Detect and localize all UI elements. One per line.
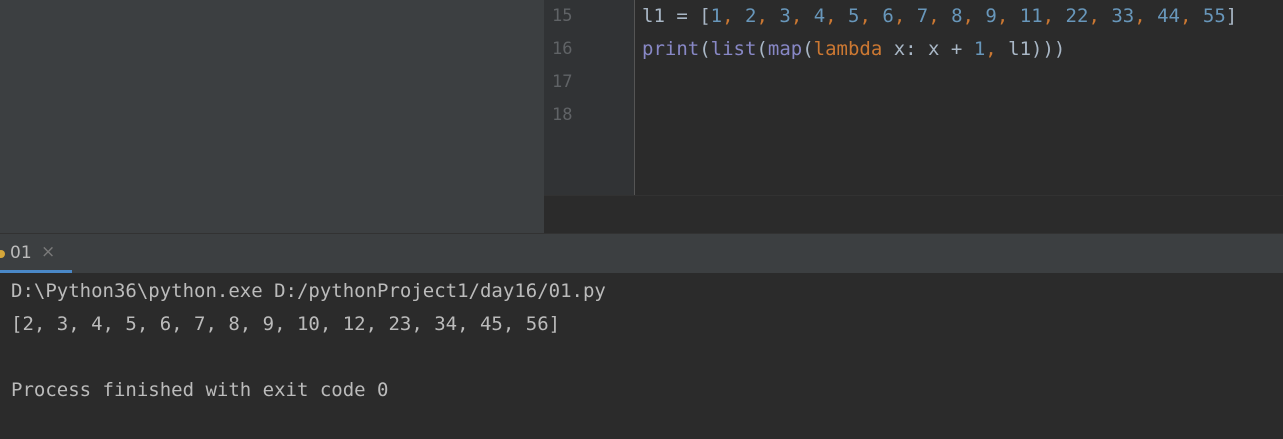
- line-number: 16: [552, 39, 573, 59]
- bracket-token: [: [699, 5, 711, 27]
- paren-token: (: [756, 38, 768, 60]
- ide-window: 15 16 17 18 l1 = [1, 2, 3, 4, 5, 6, 7, 8…: [0, 0, 1283, 439]
- bracket-token: ]: [1225, 5, 1238, 27]
- run-tool-window-header: 01 ×: [0, 233, 1283, 273]
- run-tab-01[interactable]: 01 ×: [0, 234, 72, 273]
- number-token: 33: [1111, 5, 1135, 27]
- run-tab-label: 01: [10, 243, 32, 263]
- comma-token: ,: [985, 38, 1009, 60]
- number-token: 3: [779, 5, 791, 27]
- comma-token: ,: [722, 5, 746, 27]
- comma-token: ,: [790, 5, 814, 27]
- variable-token: l1: [642, 5, 665, 27]
- comma-token: ,: [1042, 5, 1066, 27]
- builtin-token: map: [767, 38, 803, 60]
- comma-token: ,: [962, 5, 986, 27]
- project-tool-window[interactable]: [0, 0, 544, 233]
- run-status-icon: [0, 250, 5, 258]
- close-icon[interactable]: ×: [41, 242, 55, 262]
- comma-token: ,: [756, 5, 780, 27]
- builtin-token: list: [710, 38, 757, 60]
- number-token: 4: [813, 5, 826, 27]
- comma-token: ,: [928, 5, 952, 27]
- code-editor[interactable]: 15 16 17 18 l1 = [1, 2, 3, 4, 5, 6, 7, 8…: [544, 0, 1283, 233]
- builtin-token: print: [642, 38, 700, 60]
- number-token: 2: [745, 5, 757, 27]
- number-token: 22: [1065, 5, 1089, 27]
- number-token: 7: [916, 5, 929, 27]
- keyword-token: lambda: [813, 38, 883, 60]
- lambda-body-token: x: x +: [882, 38, 974, 60]
- comma-token: ,: [825, 5, 849, 27]
- number-token: 11: [1019, 5, 1043, 27]
- console-line: Process finished with exit code 0: [11, 379, 389, 401]
- paren-token: (: [699, 38, 711, 60]
- number-token: 55: [1202, 5, 1226, 27]
- comma-token: ,: [859, 5, 883, 27]
- number-token: 5: [848, 5, 860, 27]
- line-number: 17: [552, 72, 573, 92]
- comma-token: ,: [1088, 5, 1112, 27]
- console-line: D:\Python36\python.exe D:/pythonProject1…: [11, 280, 606, 302]
- number-token: 9: [985, 5, 997, 27]
- run-console[interactable]: D:\Python36\python.exe D:/pythonProject1…: [0, 273, 1283, 439]
- console-line: [2, 3, 4, 5, 6, 7, 8, 9, 10, 12, 23, 34,…: [11, 313, 561, 335]
- paren-token: (: [802, 38, 814, 60]
- number-token: 1: [973, 38, 986, 60]
- number-token: 1: [710, 5, 723, 27]
- paren-token: ))): [1031, 38, 1066, 60]
- line-number-gutter: 15 16 17 18: [544, 0, 634, 195]
- line-number: 18: [552, 105, 573, 125]
- number-token: 6: [882, 5, 894, 27]
- line-number: 15: [552, 6, 573, 26]
- comma-token: ,: [893, 5, 917, 27]
- comma-token: ,: [1134, 5, 1158, 27]
- number-token: 44: [1157, 5, 1180, 27]
- gutter-divider: [634, 0, 635, 195]
- code-line-15[interactable]: l1 = [1, 2, 3, 4, 5, 6, 7, 8, 9, 11, 22,…: [642, 5, 1237, 27]
- code-line-16[interactable]: print(list(map(lambda x: x + 1, l1))): [642, 38, 1065, 60]
- comma-token: ,: [1180, 5, 1203, 27]
- comma-token: ,: [996, 5, 1020, 27]
- variable-token: l1: [1008, 38, 1032, 60]
- operator-token: =: [664, 5, 700, 27]
- number-token: 8: [951, 5, 963, 27]
- list-literal-items: 1, 2, 3, 4, 5, 6, 7, 8, 9, 11, 22, 33, 4…: [711, 5, 1226, 27]
- editor-bottom-area: [544, 195, 1283, 233]
